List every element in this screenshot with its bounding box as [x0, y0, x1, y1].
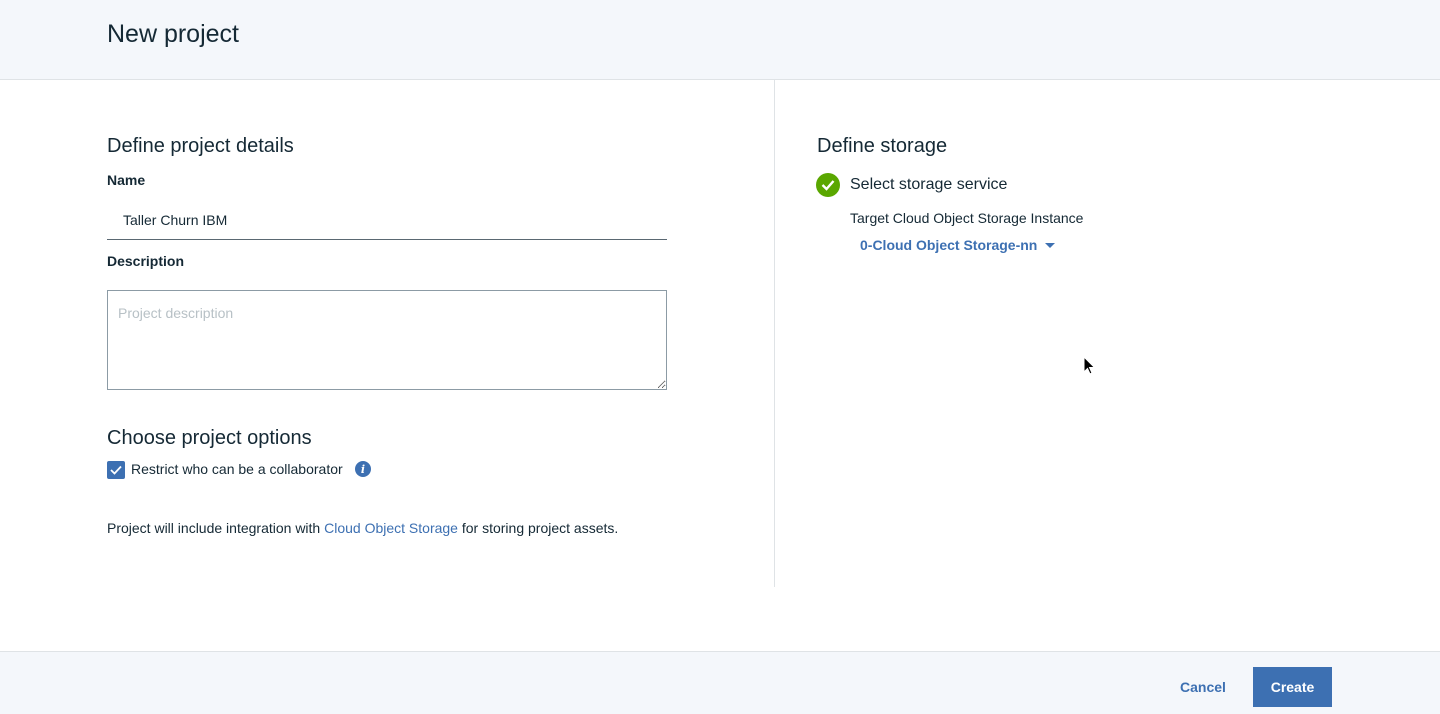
target-instance-label: Target Cloud Object Storage Instance [850, 210, 1084, 226]
name-input[interactable] [107, 200, 667, 240]
name-label: Name [107, 172, 146, 188]
cancel-button[interactable]: Cancel [1170, 667, 1236, 707]
integration-prefix: Project will include integration with [107, 520, 325, 536]
select-storage-step: Select storage service [850, 176, 1008, 193]
integration-suffix: for storing project assets. [457, 520, 619, 536]
integration-note: Project will include integration with Cl… [107, 520, 618, 536]
create-button[interactable]: Create [1253, 667, 1332, 707]
project-details-panel: Define project details Name Description … [0, 80, 775, 587]
storage-instance-value: 0-Cloud Object Storage-nn [860, 237, 1038, 253]
caret-down-icon [1045, 242, 1056, 248]
success-check-icon [816, 173, 840, 197]
info-icon[interactable]: i [355, 461, 371, 477]
storage-instance-dropdown[interactable]: 0-Cloud Object Storage-nn [860, 237, 1056, 253]
storage-panel: Define storage Select storage service Ta… [776, 80, 1440, 587]
page-footer: Cancel Create [0, 651, 1440, 714]
define-storage-heading: Define storage [817, 135, 948, 157]
description-label: Description [107, 253, 185, 269]
description-textarea[interactable] [107, 290, 667, 390]
restrict-collaborator-label[interactable]: Restrict who can be a collaborator [131, 461, 343, 477]
checkmark-icon [110, 465, 122, 475]
page-title: New project [107, 20, 239, 48]
define-details-heading: Define project details [107, 135, 294, 157]
cloud-object-storage-link[interactable]: Cloud Object Storage [324, 520, 458, 536]
restrict-collaborator-checkbox[interactable] [107, 461, 125, 479]
mouse-cursor-icon [1083, 356, 1096, 375]
page-header: New project [0, 0, 1440, 80]
project-options-heading: Choose project options [107, 427, 312, 449]
